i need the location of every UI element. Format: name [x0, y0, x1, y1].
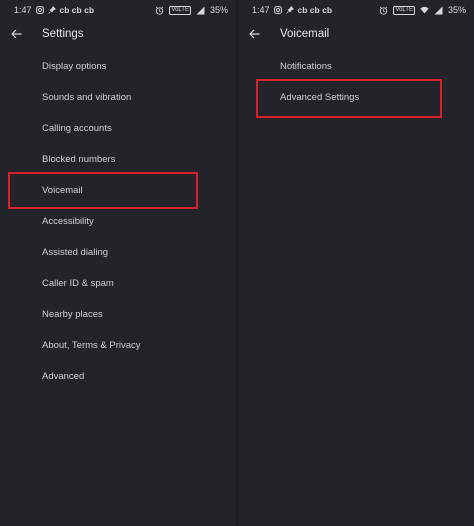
volte-badge: VoLTE: [169, 5, 191, 15]
settings-item-about-terms-privacy[interactable]: About, Terms & Privacy: [0, 330, 236, 361]
settings-item-calling-accounts[interactable]: Calling accounts: [0, 113, 236, 144]
settings-item-nearby-places[interactable]: Nearby places: [0, 299, 236, 330]
status-time: 1:47: [14, 5, 32, 15]
settings-item-assisted-dialing[interactable]: Assisted dialing: [0, 237, 236, 268]
status-bar: 1:47 cb cb cb VoLTE 35%: [0, 0, 236, 20]
settings-item-advanced[interactable]: Advanced: [0, 361, 236, 392]
screenshot-root: 1:47 cb cb cb VoLTE 35% Settings Display…: [0, 0, 474, 526]
battery-percent: 35%: [209, 5, 228, 15]
page-title: Voicemail: [280, 28, 330, 40]
back-arrow-icon: [248, 29, 259, 39]
voicemail-screen: 1:47 cb cb cb VoLTE 35% Voicemail Notifi…: [238, 0, 474, 526]
settings-screen: 1:47 cb cb cb VoLTE 35% Settings Display…: [0, 0, 236, 526]
alarm-icon: [379, 6, 388, 15]
battery-percent: 35%: [447, 5, 466, 15]
settings-item-display-options[interactable]: Display options: [0, 51, 236, 82]
back-arrow-icon: [10, 29, 21, 39]
voicemail-item-advanced-settings[interactable]: Advanced Settings: [238, 82, 474, 113]
instagram-icon: [35, 6, 44, 14]
status-right: VoLTE 35%: [155, 5, 228, 15]
status-time: 1:47: [252, 5, 270, 15]
alarm-icon: [155, 6, 164, 15]
toolbar: Settings: [0, 22, 236, 46]
carrier-labels: cb cb cb: [297, 5, 333, 15]
signal-icon: [196, 6, 205, 15]
volte-badge: VoLTE: [393, 5, 415, 15]
settings-item-accessibility[interactable]: Accessibility: [0, 206, 236, 237]
page-title: Settings: [42, 28, 84, 40]
settings-item-sounds-vibration[interactable]: Sounds and vibration: [0, 82, 236, 113]
pin-icon: [47, 6, 56, 14]
wifi-icon: [420, 6, 429, 14]
status-left: 1:47 cb cb cb: [252, 5, 332, 15]
carrier-labels: cb cb cb: [59, 5, 95, 15]
back-button[interactable]: [238, 22, 270, 46]
pin-icon: [285, 6, 294, 14]
toolbar: Voicemail: [238, 22, 474, 46]
status-left: 1:47 cb cb cb: [14, 5, 94, 15]
back-button[interactable]: [0, 22, 32, 46]
settings-item-voicemail[interactable]: Voicemail: [0, 175, 236, 206]
settings-item-blocked-numbers[interactable]: Blocked numbers: [0, 144, 236, 175]
instagram-icon: [273, 6, 282, 14]
voicemail-settings-list: Notifications Advanced Settings: [238, 51, 474, 113]
status-bar: 1:47 cb cb cb VoLTE 35%: [238, 0, 474, 20]
settings-item-caller-id-spam[interactable]: Caller ID & spam: [0, 268, 236, 299]
status-right: VoLTE 35%: [379, 5, 466, 15]
settings-list: Display options Sounds and vibration Cal…: [0, 51, 236, 392]
voicemail-item-notifications[interactable]: Notifications: [238, 51, 474, 82]
signal-icon: [434, 6, 443, 15]
